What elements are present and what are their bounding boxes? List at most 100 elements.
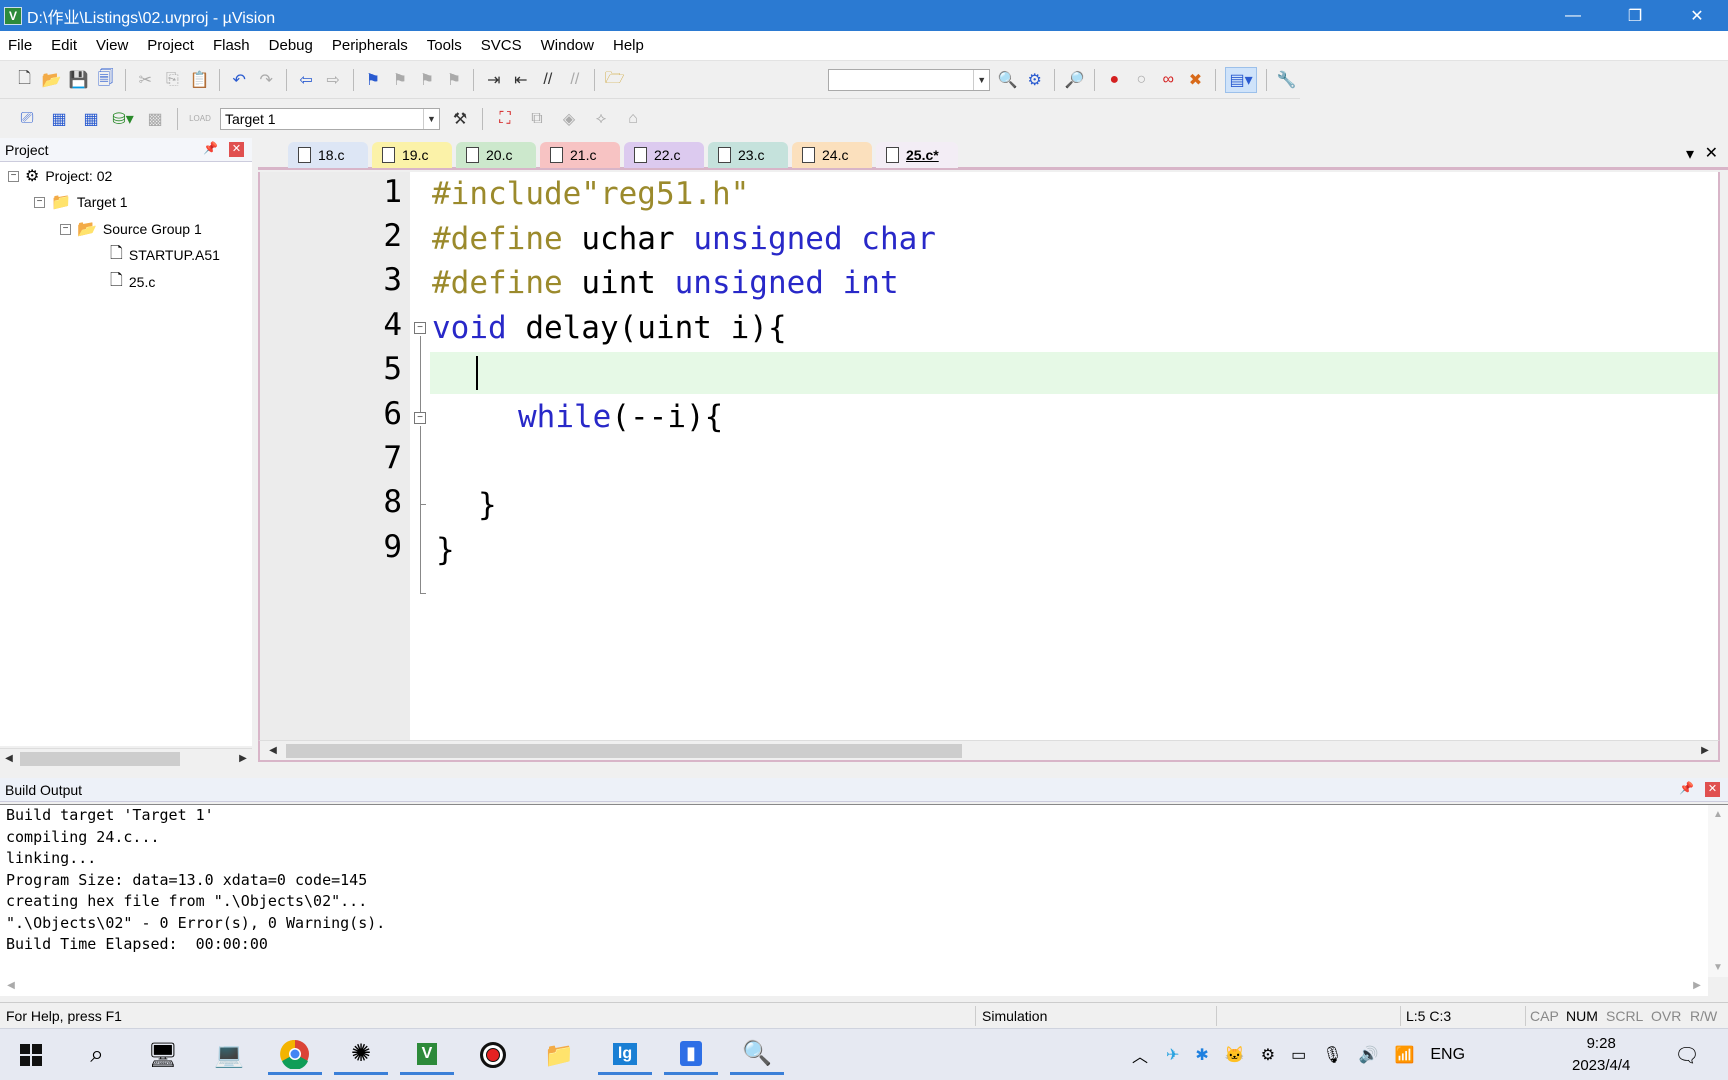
tray-overflow-chevron-icon[interactable]: ︿: [1132, 1043, 1148, 1067]
collapse-icon[interactable]: −: [60, 223, 71, 235]
configure-icon[interactable]: 🔧: [1276, 67, 1297, 93]
fold-toggle-icon[interactable]: −: [414, 322, 426, 334]
close-tab-icon[interactable]: ✕: [1705, 143, 1718, 163]
tab-22c[interactable]: 22.c: [624, 142, 704, 168]
windows-start-icon[interactable]: [4, 1035, 58, 1075]
insert-breakpoint-icon[interactable]: ●: [1104, 67, 1125, 93]
notification-center-icon[interactable]: 🗨: [1660, 1035, 1714, 1075]
task-app-icon[interactable]: 🖥: [136, 1035, 190, 1075]
menu-window[interactable]: Window: [533, 37, 602, 54]
debug-session-icon[interactable]: 🔎: [1064, 67, 1085, 93]
scroll-left-icon[interactable]: ◀: [264, 741, 282, 759]
incremental-find-icon[interactable]: ⚙: [1024, 67, 1045, 93]
tray-app-icon[interactable]: ✱: [1195, 1045, 1208, 1065]
indent-icon[interactable]: ⇥: [483, 67, 504, 93]
target-select[interactable]: Target 1 ▼: [220, 107, 440, 130]
input-language[interactable]: ENG: [1430, 1046, 1465, 1064]
paste-icon[interactable]: 📋: [189, 67, 210, 93]
pack-installer-icon[interactable]: ⟡: [588, 106, 614, 132]
fold-toggle-icon[interactable]: −: [414, 412, 426, 424]
pin-icon[interactable]: 📌: [203, 141, 218, 155]
collapse-icon[interactable]: −: [8, 170, 19, 182]
menu-help[interactable]: Help: [605, 37, 652, 54]
search-icon[interactable]: ⌕: [70, 1035, 124, 1075]
batch-build-icon[interactable]: ⛁▾: [110, 106, 136, 132]
tab-25c-active[interactable]: 25.c*: [876, 142, 958, 168]
tab-19c[interactable]: 19.c: [372, 142, 452, 168]
project-hscrollbar[interactable]: ◀ ▶: [0, 748, 252, 768]
copy-icon[interactable]: ⎘: [162, 67, 183, 93]
save-all-icon[interactable]: 🗐: [95, 67, 116, 93]
scroll-down-icon[interactable]: ▼: [1713, 962, 1723, 973]
build-icon[interactable]: ▦: [46, 106, 72, 132]
menu-edit[interactable]: Edit: [43, 37, 85, 54]
microphone-icon[interactable]: 🎙: [1322, 1045, 1342, 1065]
scroll-thumb[interactable]: [286, 744, 962, 758]
menu-flash[interactable]: Flash: [205, 37, 258, 54]
stop-build-icon[interactable]: ▩: [142, 106, 168, 132]
volume-icon[interactable]: 🔊: [1359, 1045, 1379, 1065]
menu-tools[interactable]: Tools: [419, 37, 470, 54]
clock[interactable]: 9:28 2023/4/4: [1572, 1033, 1630, 1077]
disable-breakpoints-icon[interactable]: ∞: [1158, 67, 1179, 93]
tree-node-25c-file[interactable]: 🗋 25.c: [110, 270, 155, 294]
unindent-icon[interactable]: ⇤: [510, 67, 531, 93]
uvision-taskbar-icon[interactable]: V: [400, 1035, 454, 1075]
new-file-icon[interactable]: 🗋: [14, 67, 35, 93]
bookmark-icon[interactable]: ⚑: [362, 67, 383, 93]
minimize-button[interactable]: —: [1542, 0, 1604, 31]
navigate-back-icon[interactable]: ⇦: [296, 67, 317, 93]
comment-icon[interactable]: //: [537, 67, 558, 93]
tree-node-source-group[interactable]: − 📂 Source Group 1: [60, 217, 202, 241]
rebuild-icon[interactable]: ▦: [78, 106, 104, 132]
close-project-panel-icon[interactable]: ✕: [229, 142, 244, 157]
navigate-forward-icon[interactable]: ⇨: [323, 67, 344, 93]
output-hscrollbar[interactable]: ◀ ▶: [0, 976, 1708, 996]
tree-node-startup-file[interactable]: 🗋 STARTUP.A51: [110, 243, 220, 267]
tree-node-target[interactable]: − 📁 Target 1: [34, 190, 128, 214]
wifi-icon[interactable]: 📶: [1394, 1045, 1414, 1065]
chrome-icon[interactable]: [268, 1035, 322, 1075]
undo-icon[interactable]: ↶: [229, 67, 250, 93]
clear-bookmarks-icon[interactable]: ⚑: [443, 67, 464, 93]
scroll-left-icon[interactable]: ◀: [0, 749, 18, 767]
multi-project-icon[interactable]: ⌂: [620, 106, 646, 132]
debugger-app-icon[interactable]: ✺: [334, 1035, 388, 1075]
menu-project[interactable]: Project: [139, 37, 202, 54]
scroll-left-icon[interactable]: ◀: [2, 976, 20, 994]
target-options-icon[interactable]: ⚒: [447, 106, 473, 132]
uncomment-icon[interactable]: //: [564, 67, 585, 93]
file-explorer-icon[interactable]: 📁: [532, 1035, 586, 1075]
record-icon[interactable]: [466, 1035, 520, 1075]
find-combo[interactable]: ▼: [828, 69, 991, 91]
battery-icon[interactable]: ▭: [1291, 1045, 1306, 1065]
collapse-icon[interactable]: −: [34, 196, 45, 208]
tab-list-chevron-icon[interactable]: ▾: [1686, 144, 1694, 164]
open-file-icon[interactable]: 📂: [41, 67, 62, 93]
manage-components-icon[interactable]: ⧉: [524, 106, 550, 132]
pin-icon[interactable]: 📌: [1679, 781, 1694, 795]
menu-debug[interactable]: Debug: [261, 37, 321, 54]
tab-18c[interactable]: 18.c: [288, 142, 368, 168]
tray-cat-icon[interactable]: 🐱: [1225, 1045, 1245, 1065]
magnifier-app-icon[interactable]: 🔍: [730, 1035, 784, 1075]
save-icon[interactable]: 💾: [68, 67, 89, 93]
find-in-files-icon[interactable]: 🗁: [604, 67, 625, 93]
enable-breakpoint-icon[interactable]: ○: [1131, 67, 1152, 93]
build-output-panel[interactable]: Build target 'Target 1' compiling 24.c..…: [0, 804, 1728, 977]
redo-icon[interactable]: ↷: [256, 67, 277, 93]
menu-file[interactable]: File: [0, 37, 40, 54]
select-packs-icon[interactable]: ◈: [556, 106, 582, 132]
notes-app-icon[interactable]: ▮: [664, 1035, 718, 1075]
output-vscrollbar[interactable]: ▲ ▼: [1708, 805, 1728, 977]
scroll-right-icon[interactable]: ▶: [234, 749, 252, 767]
tab-24c[interactable]: 24.c: [792, 142, 872, 168]
tab-20c[interactable]: 20.c: [456, 142, 536, 168]
restore-button[interactable]: ❐: [1604, 0, 1666, 31]
close-build-output-icon[interactable]: ✕: [1705, 782, 1720, 797]
cut-icon[interactable]: ✂: [135, 67, 156, 93]
window-layout-icon[interactable]: ▤▾: [1224, 67, 1258, 93]
close-window-button[interactable]: ✕: [1666, 0, 1728, 31]
tab-21c[interactable]: 21.c: [540, 142, 620, 168]
tree-node-project[interactable]: − ⚙ Project: 02: [8, 164, 112, 188]
